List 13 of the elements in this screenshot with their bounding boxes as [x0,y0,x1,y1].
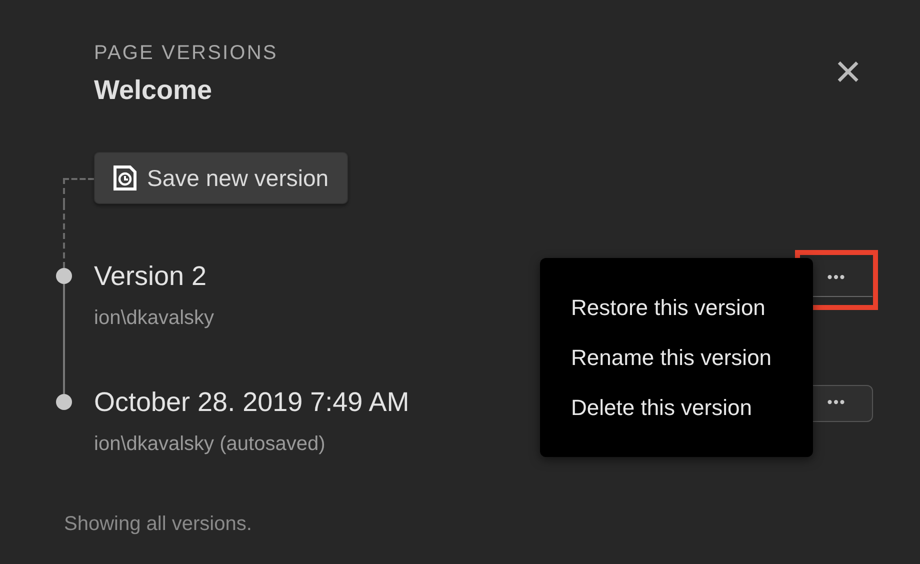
timeline-dot [56,268,72,284]
version-author: ion\dkavalsky [94,306,214,331]
panel-eyebrow: PAGE VERSIONS [94,41,279,66]
version-author: ion\dkavalsky (autosaved) [94,432,326,457]
save-version-button[interactable]: Save new version [94,152,348,204]
save-clock-icon [113,165,137,191]
menu-item[interactable]: Rename this version [540,333,813,383]
status-text: Showing all versions. [64,512,253,537]
close-button[interactable]: × [831,54,865,88]
version-title: Version 2 [94,260,207,293]
timeline-dot [56,394,72,410]
page-title: Welcome [94,74,214,107]
version-title: October 28. 2019 7:49 AM [94,386,410,419]
